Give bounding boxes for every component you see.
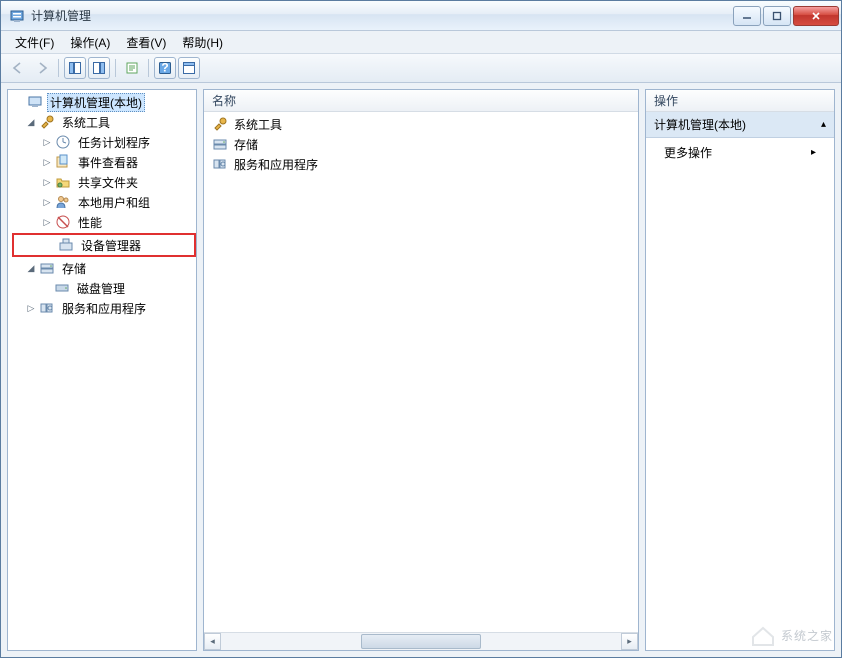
collapse-icon: ▴ <box>821 119 826 130</box>
tree-label: 计算机管理(本地) <box>47 93 145 112</box>
tree-device-manager[interactable]: 设备管理器 <box>12 233 196 257</box>
properties-button[interactable] <box>121 57 143 79</box>
storage-icon <box>212 136 228 152</box>
tools-icon <box>39 114 55 130</box>
list-item-storage[interactable]: 存储 <box>208 134 634 154</box>
tree-label: 设备管理器 <box>78 237 144 254</box>
users-icon <box>55 194 71 210</box>
tree-label: 任务计划程序 <box>75 134 153 151</box>
scroll-track[interactable] <box>221 633 621 650</box>
tree-services-apps[interactable]: ▷ 服务和应用程序 <box>10 298 194 318</box>
list-body: 系统工具 存储 服务和应用程序 <box>204 112 638 632</box>
toolbar-separator <box>148 59 149 77</box>
app-window: 计算机管理 文件(F) 操作(A) 查看(V) 帮助(H) ? <box>0 0 842 658</box>
tree-label: 本地用户和组 <box>75 194 153 211</box>
svg-text:?: ? <box>161 61 168 75</box>
scroll-left-button[interactable]: ◂ <box>204 633 221 650</box>
show-hide-actions-button[interactable] <box>88 57 110 79</box>
minimize-button[interactable] <box>733 6 761 26</box>
toolbar-separator <box>115 59 116 77</box>
maximize-button[interactable] <box>763 6 791 26</box>
list-item-label: 存储 <box>234 136 258 153</box>
toolbar-separator <box>58 59 59 77</box>
list-header[interactable]: 名称 <box>204 90 638 112</box>
actions-pane: 操作 计算机管理(本地) ▴ 更多操作 ▸ <box>645 89 835 651</box>
tree-performance[interactable]: ▷ 性能 <box>10 212 194 232</box>
services-icon <box>39 300 55 316</box>
menu-action[interactable]: 操作(A) <box>62 32 118 53</box>
menu-view[interactable]: 查看(V) <box>118 32 174 53</box>
tree-label: 系统工具 <box>59 114 113 131</box>
scroll-thumb[interactable] <box>361 634 481 649</box>
action-section[interactable]: 计算机管理(本地) ▴ <box>646 112 834 138</box>
chevron-right-icon: ▸ <box>811 147 816 158</box>
tree-label: 服务和应用程序 <box>59 300 149 317</box>
event-icon <box>55 154 71 170</box>
expander-expand-icon[interactable]: ▷ <box>40 175 54 189</box>
expander-expand-icon[interactable]: ▷ <box>40 135 54 149</box>
tree-event-viewer[interactable]: ▷ 事件查看器 <box>10 152 194 172</box>
actions-header-label: 操作 <box>654 92 678 109</box>
tree-pane: 计算机管理(本地) ◢ 系统工具 ▷ 任务计划程序 ▷ 事件查看器 <box>7 89 197 651</box>
disk-icon <box>54 280 70 296</box>
shared-folder-icon <box>55 174 71 190</box>
horizontal-scrollbar[interactable]: ◂ ▸ <box>204 632 638 650</box>
expander-icon[interactable] <box>12 95 26 109</box>
help-button[interactable]: ? <box>154 57 176 79</box>
scroll-right-button[interactable]: ▸ <box>621 633 638 650</box>
tree-label: 磁盘管理 <box>74 280 128 297</box>
tree-shared-folders[interactable]: ▷ 共享文件夹 <box>10 172 194 192</box>
tree-label: 存储 <box>59 260 89 277</box>
tree-label: 共享文件夹 <box>75 174 141 191</box>
list-item-label: 服务和应用程序 <box>234 156 318 173</box>
more-actions-item[interactable]: 更多操作 ▸ <box>646 138 834 167</box>
refresh-button[interactable] <box>178 57 200 79</box>
nav-forward-button <box>31 57 53 79</box>
list-item-services-apps[interactable]: 服务和应用程序 <box>208 154 634 174</box>
titlebar: 计算机管理 <box>1 1 841 31</box>
expander-collapse-icon[interactable]: ◢ <box>24 115 38 129</box>
window-controls <box>733 6 839 26</box>
clock-icon <box>55 134 71 150</box>
tree-root[interactable]: 计算机管理(本地) <box>10 92 194 112</box>
action-item-label: 更多操作 <box>664 144 712 161</box>
menu-file[interactable]: 文件(F) <box>7 32 62 53</box>
action-section-title: 计算机管理(本地) <box>654 116 746 133</box>
tools-icon <box>212 116 228 132</box>
services-icon <box>212 156 228 172</box>
computer-icon <box>27 94 43 110</box>
expander-expand-icon[interactable]: ▷ <box>40 195 54 209</box>
device-manager-icon <box>58 237 74 253</box>
expander-collapse-icon[interactable]: ◢ <box>24 261 38 275</box>
list-item-system-tools[interactable]: 系统工具 <box>208 114 634 134</box>
nav-back-button <box>7 57 29 79</box>
tree-label: 事件查看器 <box>75 154 141 171</box>
column-name: 名称 <box>212 92 236 109</box>
toolbar: ? <box>1 53 841 83</box>
window-title: 计算机管理 <box>31 7 733 24</box>
actions-header: 操作 <box>646 90 834 112</box>
expander-expand-icon[interactable]: ▷ <box>40 215 54 229</box>
list-item-label: 系统工具 <box>234 116 282 133</box>
app-icon <box>9 8 25 24</box>
tree-task-scheduler[interactable]: ▷ 任务计划程序 <box>10 132 194 152</box>
tree: 计算机管理(本地) ◢ 系统工具 ▷ 任务计划程序 ▷ 事件查看器 <box>8 90 196 650</box>
tree-label: 性能 <box>75 214 105 231</box>
tree-local-users[interactable]: ▷ 本地用户和组 <box>10 192 194 212</box>
performance-icon <box>55 214 71 230</box>
show-hide-tree-button[interactable] <box>64 57 86 79</box>
body: 计算机管理(本地) ◢ 系统工具 ▷ 任务计划程序 ▷ 事件查看器 <box>1 83 841 657</box>
tree-system-tools[interactable]: ◢ 系统工具 <box>10 112 194 132</box>
tree-storage[interactable]: ◢ 存储 <box>10 258 194 278</box>
tree-disk-management[interactable]: 磁盘管理 <box>10 278 194 298</box>
expander-expand-icon[interactable]: ▷ <box>40 155 54 169</box>
list-pane: 名称 系统工具 存储 服务和应用程序 ◂ ▸ <box>203 89 639 651</box>
storage-icon <box>39 260 55 276</box>
menu-help[interactable]: 帮助(H) <box>174 32 231 53</box>
close-button[interactable] <box>793 6 839 26</box>
menubar: 文件(F) 操作(A) 查看(V) 帮助(H) <box>1 31 841 53</box>
expander-expand-icon[interactable]: ▷ <box>24 301 38 315</box>
